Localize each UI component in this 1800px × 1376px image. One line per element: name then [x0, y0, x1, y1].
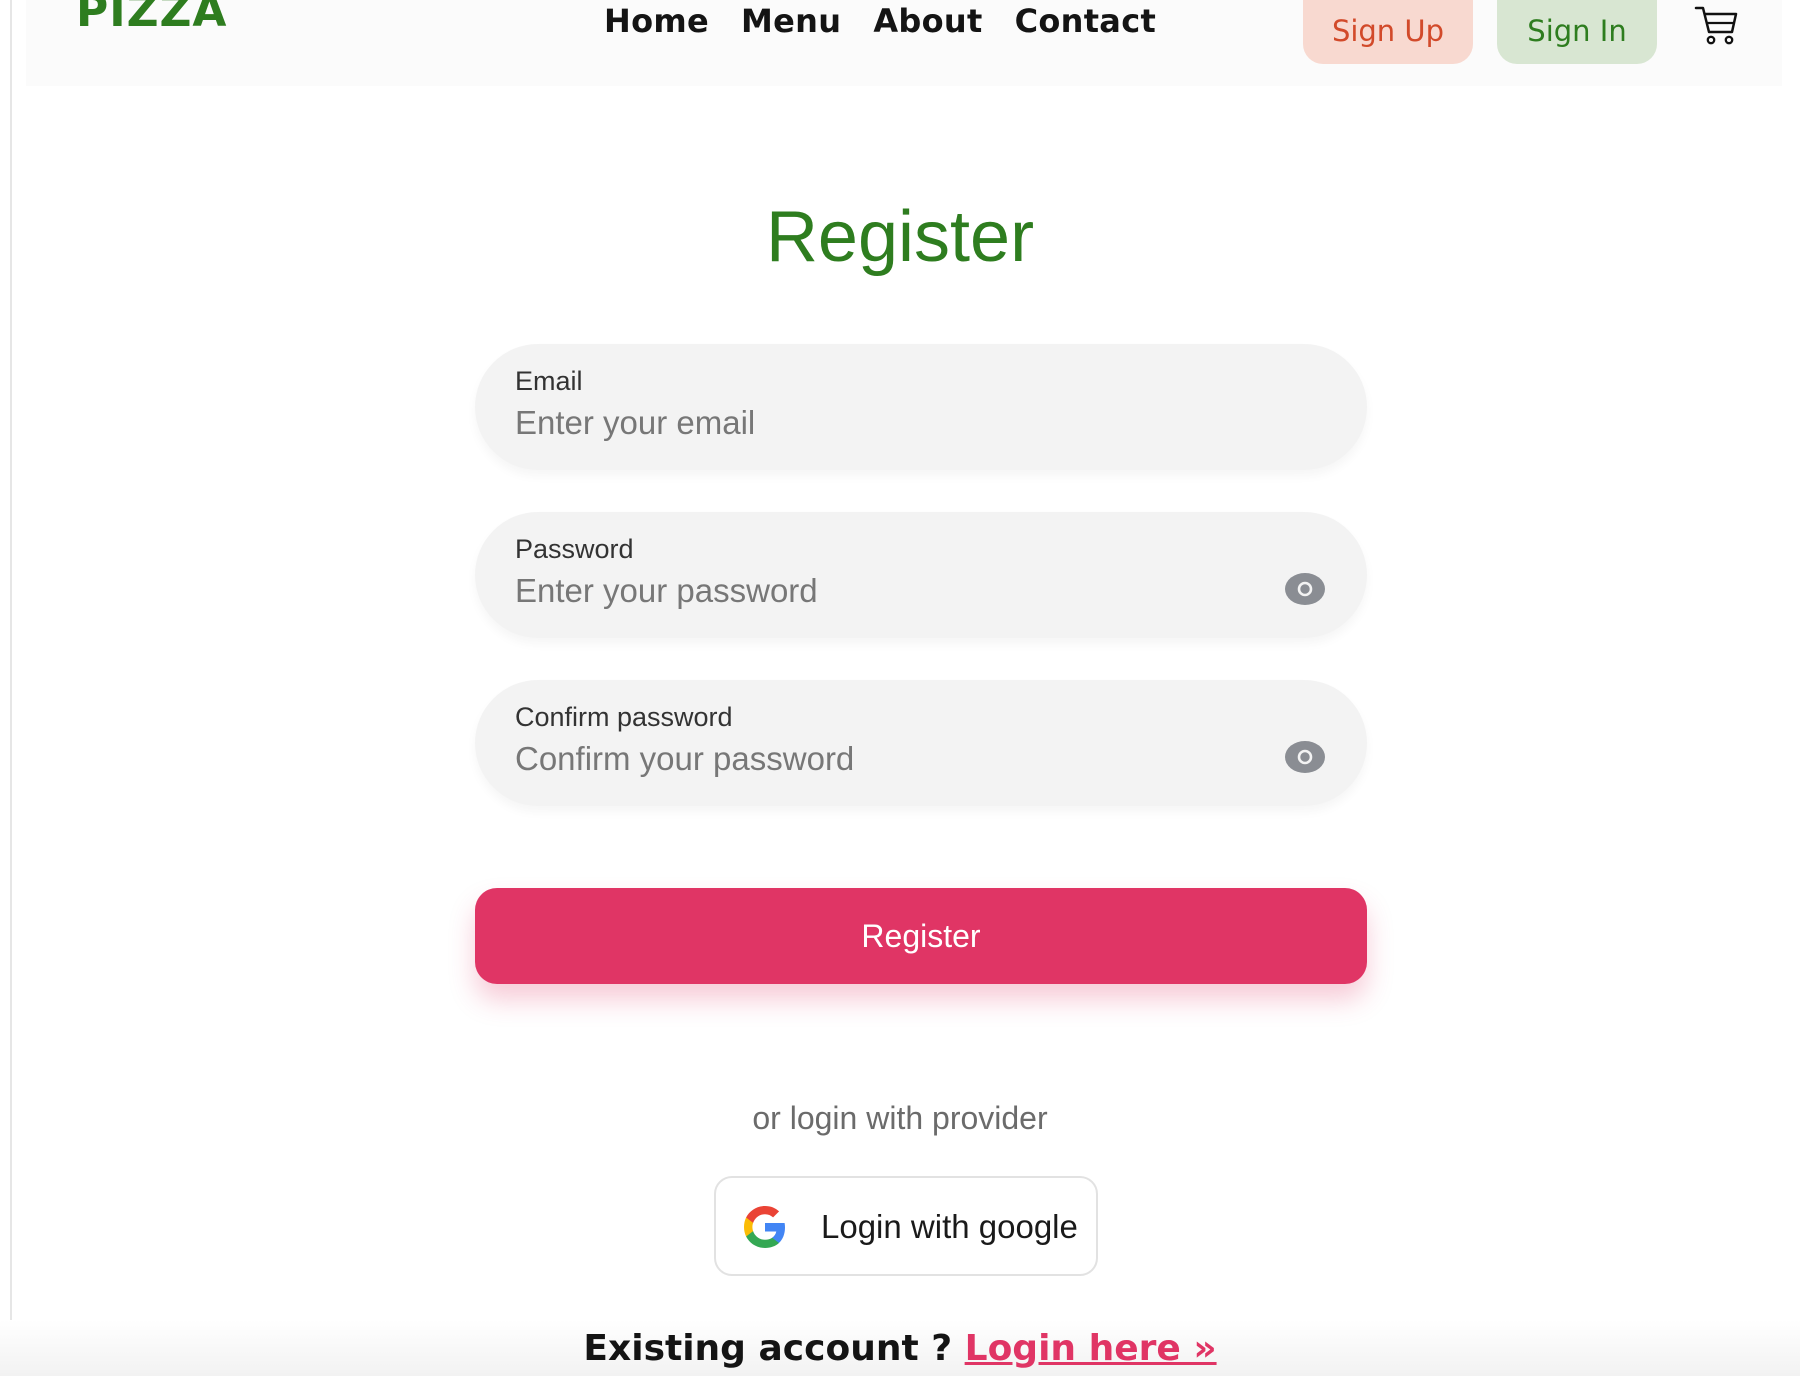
provider-divider-text: or login with provider: [752, 1100, 1048, 1136]
google-login-button[interactable]: Login with google: [714, 1176, 1098, 1276]
site-header: PIZZA Home Menu About Contact Sign Up Si…: [26, 0, 1782, 86]
logo[interactable]: PIZZA: [76, 0, 227, 37]
existing-account-label: Existing account ?: [583, 1328, 953, 1369]
login-here-link[interactable]: Login here »: [965, 1328, 1217, 1369]
google-login-label: Login with google: [821, 1208, 1078, 1245]
sign-up-button[interactable]: Sign Up: [1303, 0, 1473, 64]
confirm-password-field[interactable]: Confirm password Confirm your password: [475, 680, 1367, 806]
main-nav: Home Menu About Contact: [604, 2, 1156, 40]
email-label: Email: [515, 366, 583, 396]
password-label: Password: [515, 534, 634, 564]
email-input[interactable]: Enter your email: [515, 404, 755, 442]
existing-account-text: Existing account ? Login here »: [0, 1328, 1800, 1369]
nav-menu[interactable]: Menu: [741, 2, 841, 40]
password-input[interactable]: Enter your password: [515, 572, 818, 610]
register-button[interactable]: Register: [475, 888, 1367, 984]
email-field[interactable]: Email Enter your email: [475, 344, 1367, 470]
nav-home[interactable]: Home: [604, 2, 709, 40]
page-title: Register: [765, 197, 1035, 277]
sign-in-button[interactable]: Sign In: [1497, 0, 1657, 64]
eye-icon[interactable]: [1285, 740, 1325, 774]
google-icon: [744, 1206, 785, 1248]
confirm-password-input[interactable]: Confirm your password: [515, 740, 854, 778]
nav-about[interactable]: About: [873, 2, 982, 40]
confirm-password-label: Confirm password: [515, 702, 733, 732]
cart-icon[interactable]: [1694, 2, 1740, 48]
eye-icon[interactable]: [1285, 572, 1325, 606]
nav-contact[interactable]: Contact: [1015, 2, 1157, 40]
password-field[interactable]: Password Enter your password: [475, 512, 1367, 638]
